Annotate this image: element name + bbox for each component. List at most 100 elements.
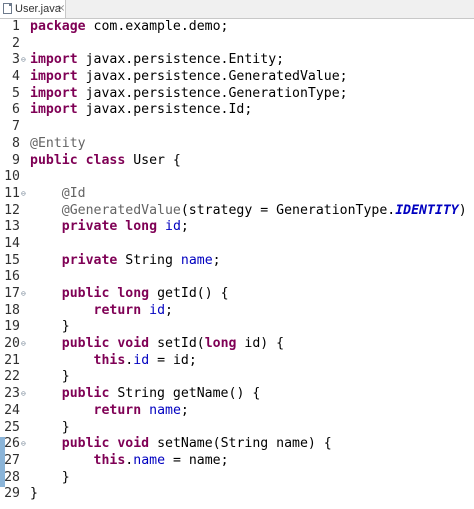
code-token: id — [165, 219, 181, 235]
code-line[interactable]: 6 import javax.persistence.Id; — [0, 102, 474, 119]
line-number: 2 — [12, 35, 20, 51]
code-token: import — [30, 102, 78, 118]
code-line[interactable]: 15 private String name; — [0, 253, 474, 270]
fold-toggle-icon[interactable]: ⊖ — [21, 290, 26, 298]
code-line[interactable]: 2 — [0, 36, 474, 53]
code-line[interactable]: 16 — [0, 269, 474, 286]
code-token: ; — [180, 402, 189, 418]
code-token: void — [117, 336, 150, 352]
code-line[interactable]: 17 ⊖ public long getId() { — [0, 286, 474, 303]
tab-title: User.java — [15, 3, 61, 15]
code-line[interactable]: 19 } — [0, 319, 474, 336]
line-number: 5 — [12, 85, 20, 101]
code-line[interactable]: 18 return id; — [0, 303, 474, 320]
fold-toggle-icon[interactable]: ⊖ — [21, 340, 26, 348]
line-number: 21 — [4, 352, 20, 368]
code-token: javax.persistence.GeneratedValue; — [77, 69, 348, 85]
code-text: private long id; — [30, 219, 189, 236]
code-text: this.name = name; — [30, 453, 229, 470]
fold-toggle-icon[interactable]: ⊖ — [21, 56, 26, 64]
line-number: 18 — [4, 302, 20, 318]
code-line[interactable]: 4 import javax.persistence.GeneratedValue… — [0, 69, 474, 86]
code-line[interactable]: 8 @Entity — [0, 136, 474, 153]
code-line[interactable]: 12 @GeneratedValue(strategy = Generation… — [0, 203, 474, 220]
close-icon[interactable]: × — [57, 1, 65, 16]
code-line[interactable]: 21 this.id = id; — [0, 353, 474, 370]
code-token: setId( — [149, 336, 205, 352]
code-line[interactable]: 3 ⊖ import javax.persistence.Entity; — [0, 52, 474, 69]
code-line[interactable]: 23 ⊖ public String getName() { — [0, 386, 474, 403]
code-line[interactable]: 24 return name; — [0, 403, 474, 420]
code-line[interactable]: 13 private long id; — [0, 219, 474, 236]
code-line[interactable]: 11 ⊖ @Id — [0, 186, 474, 203]
code-token: ) — [458, 202, 467, 218]
code-token: import — [30, 85, 78, 101]
code-line[interactable]: 22 } — [0, 369, 474, 386]
tab-user-java[interactable]: User.java × — [0, 0, 66, 18]
code-token: } — [30, 486, 38, 502]
code-line[interactable]: 10 — [0, 169, 474, 186]
code-line[interactable]: 26 ⊖ public void setName(String name) { — [0, 436, 474, 453]
change-marker — [0, 469, 5, 487]
code-text: public void setId(long id) { — [30, 336, 284, 353]
code-token: @GeneratedValue — [61, 202, 181, 218]
code-text: @GeneratedValue(strategy = GenerationTyp… — [30, 203, 467, 220]
code-line[interactable]: 5 import javax.persistence.GenerationType… — [0, 86, 474, 103]
code-token: long — [204, 336, 237, 352]
fold-toggle-icon[interactable]: ⊖ — [21, 390, 26, 398]
code-token: id) { — [236, 336, 285, 352]
line-number: 16 — [4, 269, 20, 285]
fold-toggle-icon[interactable]: ⊖ — [21, 440, 26, 448]
code-token: IDENTITY — [395, 202, 459, 218]
code-editor[interactable]: 1 package com.example.demo; 2 3 ⊖ import java… — [0, 19, 474, 509]
code-token: return — [93, 302, 142, 318]
code-token: return — [93, 402, 142, 418]
code-token: name — [180, 252, 213, 268]
code-token: javax.persistence.Id; — [77, 102, 253, 118]
code-line[interactable]: 29} — [0, 486, 474, 503]
line-number: 11 — [4, 185, 20, 201]
code-token: = name; — [165, 452, 229, 468]
code-text: } — [30, 369, 70, 386]
line-number: 19 — [4, 319, 20, 335]
code-line[interactable]: 25 } — [0, 420, 474, 437]
code-line[interactable]: 28 } — [0, 470, 474, 487]
code-token: getId() { — [149, 286, 229, 301]
code-line[interactable]: 14 — [0, 236, 474, 253]
code-token: @Id — [61, 185, 86, 201]
line-number: 1 — [12, 19, 20, 34]
code-token: long — [117, 286, 150, 301]
code-text: return id; — [30, 303, 173, 320]
code-line[interactable]: 7 — [0, 119, 474, 136]
code-token: ; — [212, 252, 221, 268]
line-number: 22 — [4, 369, 20, 385]
code-line[interactable]: 1 package com.example.demo; — [0, 19, 474, 36]
line-number: 17 — [4, 286, 20, 301]
code-text: import javax.persistence.Entity; — [30, 52, 284, 69]
code-token: import — [30, 69, 78, 85]
code-token: public — [61, 386, 110, 402]
code-line[interactable]: 27 this.name = name; — [0, 453, 474, 470]
code-token: String getName() { — [109, 386, 261, 402]
code-token: private — [61, 219, 118, 235]
code-line[interactable]: 20 ⊖ public void setId(long id) { — [0, 336, 474, 353]
code-token: ; — [165, 302, 173, 318]
line-number: 23 — [4, 386, 20, 402]
line-number: 14 — [4, 235, 20, 251]
line-number: 8 — [12, 135, 20, 151]
code-token: (strategy = GenerationType. — [180, 202, 396, 218]
code-token: User { — [125, 152, 181, 168]
code-line[interactable]: 9 public class User { — [0, 153, 474, 170]
code-token: id — [149, 302, 166, 318]
line-number: 20 — [4, 336, 20, 352]
fold-toggle-icon[interactable]: ⊖ — [21, 189, 26, 198]
